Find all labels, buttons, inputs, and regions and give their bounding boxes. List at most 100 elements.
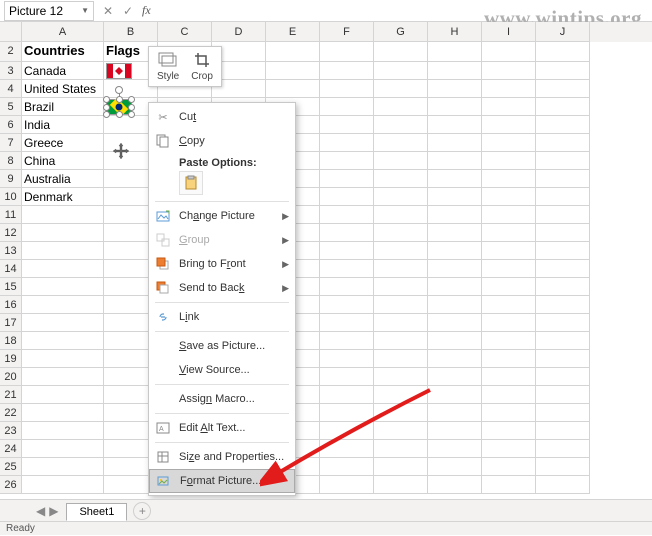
row-header-21[interactable]: 21 xyxy=(0,386,21,404)
cell-E3[interactable] xyxy=(266,62,320,80)
cell-I25[interactable] xyxy=(482,458,536,476)
resize-handle[interactable] xyxy=(103,111,110,118)
cell-A19[interactable] xyxy=(22,350,104,368)
resize-handle[interactable] xyxy=(128,111,135,118)
cell-J8[interactable] xyxy=(536,152,590,170)
column-header-D[interactable]: D xyxy=(212,22,266,42)
cell-F8[interactable] xyxy=(320,152,374,170)
cell-G14[interactable] xyxy=(374,260,428,278)
cell-I18[interactable] xyxy=(482,332,536,350)
tab-scroll-right-icon[interactable]: ▶ xyxy=(49,504,58,518)
cell-I11[interactable] xyxy=(482,206,536,224)
cell-H24[interactable] xyxy=(428,440,482,458)
cell-J3[interactable] xyxy=(536,62,590,80)
cell-A23[interactable] xyxy=(22,422,104,440)
insert-function-icon[interactable]: fx xyxy=(138,3,155,18)
cell-I9[interactable] xyxy=(482,170,536,188)
row-header-20[interactable]: 20 xyxy=(0,368,21,386)
cell-J6[interactable] xyxy=(536,116,590,134)
cell-F22[interactable] xyxy=(320,404,374,422)
cell-H25[interactable] xyxy=(428,458,482,476)
resize-handle[interactable] xyxy=(116,111,123,118)
cell-I2[interactable] xyxy=(482,42,536,62)
row-header-26[interactable]: 26 xyxy=(0,476,21,494)
cell-I16[interactable] xyxy=(482,296,536,314)
cell-F21[interactable] xyxy=(320,386,374,404)
cell-F20[interactable] xyxy=(320,368,374,386)
cell-F2[interactable] xyxy=(320,42,374,62)
cell-I5[interactable] xyxy=(482,98,536,116)
cell-I6[interactable] xyxy=(482,116,536,134)
cell-I10[interactable] xyxy=(482,188,536,206)
row-header-14[interactable]: 14 xyxy=(0,260,21,278)
cell-A15[interactable] xyxy=(22,278,104,296)
cell-G25[interactable] xyxy=(374,458,428,476)
menu-size-properties[interactable]: Size and Properties... xyxy=(149,445,295,469)
cell-F17[interactable] xyxy=(320,314,374,332)
cell-A14[interactable] xyxy=(22,260,104,278)
name-box[interactable]: Picture 12 ▼ xyxy=(4,1,94,21)
cell-J7[interactable] xyxy=(536,134,590,152)
cell-G15[interactable] xyxy=(374,278,428,296)
cell-G20[interactable] xyxy=(374,368,428,386)
cell-H13[interactable] xyxy=(428,242,482,260)
cell-I3[interactable] xyxy=(482,62,536,80)
row-header-7[interactable]: 7 xyxy=(0,134,21,152)
row-header-2[interactable]: 2 xyxy=(0,42,21,62)
rotation-handle[interactable] xyxy=(115,86,123,94)
cell-I15[interactable] xyxy=(482,278,536,296)
cell-A16[interactable] xyxy=(22,296,104,314)
row-header-17[interactable]: 17 xyxy=(0,314,21,332)
row-header-8[interactable]: 8 xyxy=(0,152,21,170)
cell-A5[interactable]: Brazil xyxy=(22,98,104,116)
resize-handle[interactable] xyxy=(116,96,123,103)
cell-H3[interactable] xyxy=(428,62,482,80)
row-header-13[interactable]: 13 xyxy=(0,242,21,260)
cell-H5[interactable] xyxy=(428,98,482,116)
row-header-6[interactable]: 6 xyxy=(0,116,21,134)
cell-E2[interactable] xyxy=(266,42,320,62)
cell-G12[interactable] xyxy=(374,224,428,242)
cell-F7[interactable] xyxy=(320,134,374,152)
selected-picture[interactable] xyxy=(106,99,132,115)
menu-save-as-picture[interactable]: Save as Picture... xyxy=(149,334,295,358)
cell-I20[interactable] xyxy=(482,368,536,386)
cell-G22[interactable] xyxy=(374,404,428,422)
row-header-5[interactable]: 5 xyxy=(0,98,21,116)
cell-A4[interactable]: United States xyxy=(22,80,104,98)
cell-G26[interactable] xyxy=(374,476,428,494)
cell-J12[interactable] xyxy=(536,224,590,242)
column-header-H[interactable]: H xyxy=(428,22,482,42)
resize-handle[interactable] xyxy=(103,104,110,111)
cell-H8[interactable] xyxy=(428,152,482,170)
cell-F6[interactable] xyxy=(320,116,374,134)
select-all-button[interactable] xyxy=(0,22,22,42)
cell-F10[interactable] xyxy=(320,188,374,206)
cell-A20[interactable] xyxy=(22,368,104,386)
cell-F9[interactable] xyxy=(320,170,374,188)
cell-F12[interactable] xyxy=(320,224,374,242)
menu-send-to-back[interactable]: Send to Back ▶ xyxy=(149,276,295,300)
cell-A11[interactable] xyxy=(22,206,104,224)
cell-I8[interactable] xyxy=(482,152,536,170)
cell-A26[interactable] xyxy=(22,476,104,494)
cell-F24[interactable] xyxy=(320,440,374,458)
cell-J24[interactable] xyxy=(536,440,590,458)
row-header-18[interactable]: 18 xyxy=(0,332,21,350)
column-header-G[interactable]: G xyxy=(374,22,428,42)
cell-F25[interactable] xyxy=(320,458,374,476)
cell-F18[interactable] xyxy=(320,332,374,350)
cell-E4[interactable] xyxy=(266,80,320,98)
cell-I13[interactable] xyxy=(482,242,536,260)
cell-H15[interactable] xyxy=(428,278,482,296)
cell-J23[interactable] xyxy=(536,422,590,440)
cell-G16[interactable] xyxy=(374,296,428,314)
cell-J14[interactable] xyxy=(536,260,590,278)
cell-I19[interactable] xyxy=(482,350,536,368)
cell-I12[interactable] xyxy=(482,224,536,242)
column-header-E[interactable]: E xyxy=(266,22,320,42)
cell-F4[interactable] xyxy=(320,80,374,98)
row-header-24[interactable]: 24 xyxy=(0,440,21,458)
cell-I24[interactable] xyxy=(482,440,536,458)
tab-scroll-left-icon[interactable]: ◀ xyxy=(36,504,45,518)
